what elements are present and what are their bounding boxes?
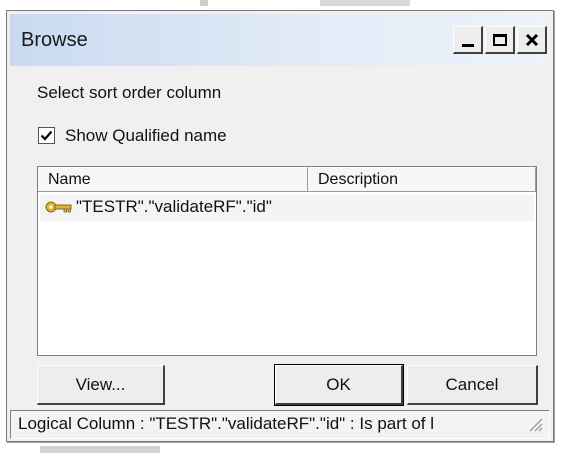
show-qualified-checkbox[interactable]: [38, 127, 55, 144]
list-item-name: "TESTR"."validateRF"."id": [76, 197, 272, 216]
background-fragment-top: [200, 0, 208, 6]
minimize-icon: [461, 44, 474, 47]
select-sort-label: Select sort order column: [37, 83, 222, 102]
background-fragment-top-right: [320, 0, 410, 6]
title-bar[interactable]: Browse: [10, 14, 550, 66]
close-button[interactable]: [517, 26, 547, 54]
column-header-description[interactable]: Description: [308, 167, 536, 192]
view-button[interactable]: View...: [37, 365, 165, 405]
maximize-icon: [492, 33, 507, 46]
maximize-button[interactable]: [485, 26, 515, 54]
column-header-name[interactable]: Name: [38, 167, 308, 192]
show-qualified-label[interactable]: Show Qualified name: [65, 126, 227, 146]
browse-dialog: Browse Select sort order column Show Qua…: [6, 10, 554, 442]
window-title: Browse: [21, 29, 88, 51]
column-list[interactable]: Name Description "TESTR"."validateRF"."i…: [37, 166, 537, 356]
resize-grip-icon[interactable]: [527, 416, 543, 432]
checkmark-icon: [40, 130, 53, 141]
status-bar: Logical Column : "TESTR"."validateRF"."i…: [10, 410, 550, 439]
minimize-button[interactable]: [453, 26, 483, 54]
background-fragment-bottom: [40, 446, 160, 453]
key-icon: [45, 201, 72, 213]
status-text: Logical Column : "TESTR"."validateRF"."i…: [18, 414, 435, 433]
ok-button[interactable]: OK: [274, 364, 404, 406]
list-header: Name Description: [38, 167, 536, 192]
close-icon: [525, 33, 538, 46]
cancel-button[interactable]: Cancel: [407, 365, 538, 405]
list-item[interactable]: "TESTR"."validateRF"."id": [40, 195, 534, 221]
